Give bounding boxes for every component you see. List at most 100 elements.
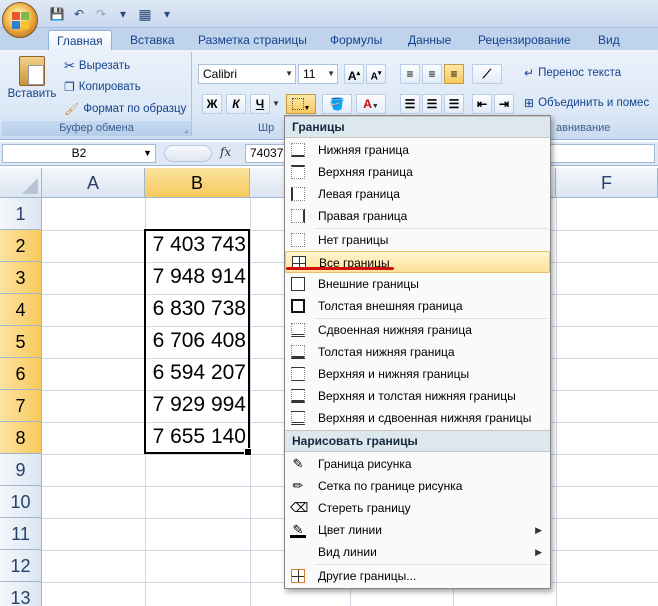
row-header-9[interactable]: 9 [0,454,42,486]
menu-item-label: Нет границы [318,233,389,247]
underline-dropdown-icon[interactable]: ▼ [272,99,280,108]
row-header-1[interactable]: 1 [0,198,42,230]
grid-icon[interactable]: ▦ [136,5,154,23]
tab-review[interactable]: Рецензирование [470,30,579,50]
tab-page-layout[interactable]: Разметка страницы [190,30,315,50]
underline-button[interactable]: Ч [250,94,270,114]
copy-button[interactable]: ❐ Копировать [64,80,141,94]
clipboard-group-label: Буфер обмена [2,121,191,136]
menu-item-right-border[interactable]: Правая граница [285,205,550,227]
orientation-button[interactable]: ⟋ [472,64,502,84]
name-box[interactable]: B2 ▼ [2,144,156,163]
menu-item-label: Верхняя граница [318,165,413,179]
borders-dropdown-menu: Границы Нижняя граница Верхняя граница Л… [284,115,551,589]
decrease-indent-button[interactable]: ⇤ [472,94,492,114]
menu-item-left-border[interactable]: Левая граница [285,183,550,205]
menu-item-thick-bottom-border[interactable]: Толстая нижняя граница [285,341,550,363]
merge-center-button[interactable]: ⊞ Объединить и помес [524,96,649,110]
submenu-arrow-icon: ▶ [535,525,542,535]
wrap-text-button[interactable]: ↵ Перенос текста [524,66,621,80]
formula-controls[interactable] [164,145,212,162]
submenu-arrow-icon: ▶ [535,547,542,557]
grow-font-button[interactable]: A▴ [344,64,364,84]
row-header-4[interactable]: 4 [0,294,42,326]
row-header-7[interactable]: 7 [0,390,42,422]
redo-icon[interactable]: ↷ [92,5,110,23]
quick-access-toolbar: 💾 ↶ ↷ ▾ ▦ ▾ [48,5,176,23]
menu-item-erase-border[interactable]: ⌫ Стереть границу [285,497,550,519]
shrink-font-label: A [370,71,378,83]
menu-item-label: Вид линии [318,545,377,559]
column-header-b[interactable]: B [145,168,250,198]
align-center-button[interactable]: ☰ [422,94,442,114]
cut-label: Вырезать [78,60,131,72]
menu-item-label: Другие границы... [318,569,417,583]
cut-button[interactable]: ✂ Вырезать [64,58,130,74]
paste-button[interactable]: Вставить [8,56,56,100]
menu-item-top-double-bottom-border[interactable]: Верхняя и сдвоенная нижняя границы [285,407,550,429]
italic-button[interactable]: К [226,94,246,114]
dialog-launcher-icon[interactable]: ⌟ [184,125,188,134]
font-size-select[interactable]: 11 ▼ [298,64,338,84]
row-header-2[interactable]: 2 [0,230,42,262]
customize-qat-icon[interactable]: ▾ [114,5,132,23]
function-icon[interactable]: fx [220,145,231,159]
align-left-button[interactable]: ☰ [400,94,420,114]
menu-item-draw-border[interactable]: ✎ Граница рисунка [285,453,550,475]
tab-formulas[interactable]: Формулы [322,30,390,50]
menu-item-label: Сдвоенная нижняя граница [318,323,472,337]
qat-more-icon[interactable]: ▾ [158,5,176,23]
font-color-button[interactable]: A▼ [356,94,386,114]
tab-view[interactable]: Вид [590,30,628,50]
menu-item-bottom-border[interactable]: Нижняя граница [285,139,550,161]
merge-label: Объединить и помес [538,97,650,109]
row-header-10[interactable]: 10 [0,486,42,518]
row-header-13[interactable]: 13 [0,582,42,606]
title-bar: 💾 ↶ ↷ ▾ ▦ ▾ [0,0,658,38]
menu-item-top-border[interactable]: Верхняя граница [285,161,550,183]
column-header-a[interactable]: A [42,168,145,198]
tab-data[interactable]: Данные [400,30,459,50]
bold-button[interactable]: Ж [202,94,222,114]
menu-item-outside-borders[interactable]: Внешние границы [285,273,550,295]
tab-home[interactable]: Главная [48,30,112,50]
row-header-5[interactable]: 5 [0,326,42,358]
fill-color-button[interactable]: 🪣 [322,94,352,114]
top-bottom-border-icon [291,367,305,381]
menu-item-label: Верхняя и нижняя границы [318,367,470,381]
menu-item-no-border[interactable]: Нет границы [285,229,550,251]
shrink-font-button[interactable]: A▾ [366,64,386,84]
menu-item-double-bottom-border[interactable]: Сдвоенная нижняя граница [285,319,550,341]
row-header-12[interactable]: 12 [0,550,42,582]
align-top-button[interactable]: ≡ [400,64,420,84]
tab-insert[interactable]: Вставка [122,30,183,50]
row-header-6[interactable]: 6 [0,358,42,390]
row-header-11[interactable]: 11 [0,518,42,550]
menu-item-top-thick-bottom-border[interactable]: Верхняя и толстая нижняя границы [285,385,550,407]
increase-indent-button[interactable]: ⇥ [494,94,514,114]
align-bottom-button[interactable]: ≡ [444,64,464,84]
select-all-corner[interactable] [0,168,42,198]
borders-button[interactable]: ▼ [286,94,316,114]
font-name-select[interactable]: Calibri ▼ [198,64,296,84]
menu-item-thick-box-border[interactable]: Толстая внешняя граница [285,295,550,317]
office-logo-icon [12,12,29,29]
menu-item-line-color[interactable]: ✎ Цвет линии ▶ [285,519,550,541]
menu-item-more-borders[interactable]: Другие границы... [285,565,550,587]
top-thick-bottom-border-icon [291,389,305,403]
align-right-button[interactable]: ☰ [444,94,464,114]
office-button[interactable] [2,2,38,38]
menu-item-line-style[interactable]: Вид линии ▶ [285,541,550,563]
row-header-3[interactable]: 3 [0,262,42,294]
row-header-8[interactable]: 8 [0,422,42,454]
selection-range [144,229,252,456]
menu-item-draw-border-grid[interactable]: ✏ Сетка по границе рисунка [285,475,550,497]
menu-item-top-bottom-border[interactable]: Верхняя и нижняя границы [285,363,550,385]
column-header-f[interactable]: F [556,168,658,198]
menu-item-label: Правая граница [318,209,408,223]
align-middle-button[interactable]: ≡ [422,64,442,84]
save-icon[interactable]: 💾 [48,5,66,23]
thick-bottom-border-icon [291,345,305,359]
undo-icon[interactable]: ↶ [70,5,88,23]
format-painter-button[interactable]: 🖌 Формат по образцу [64,102,186,116]
